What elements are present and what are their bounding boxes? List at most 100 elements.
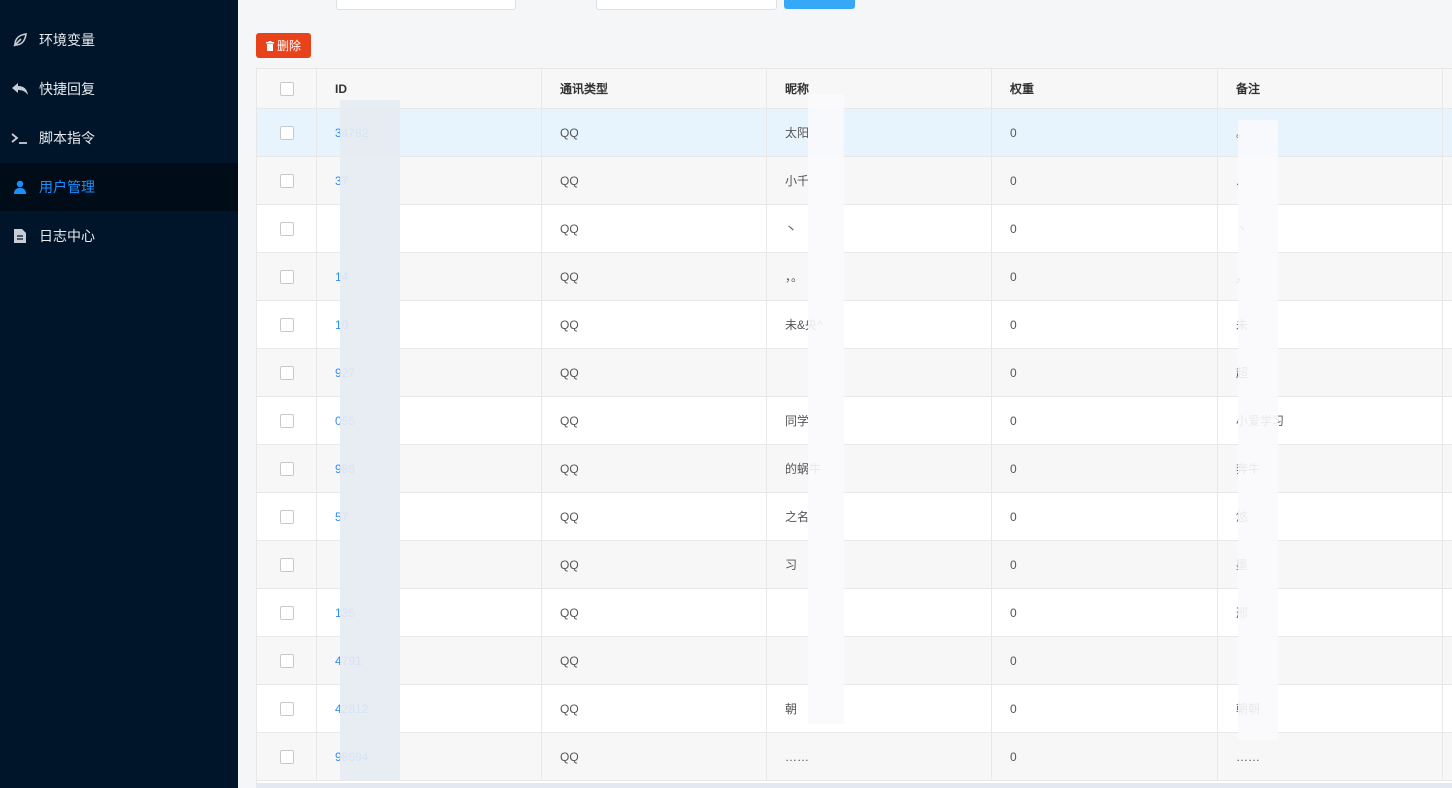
- sidebar-item-label: 快捷回复: [39, 81, 95, 97]
- row-checkbox[interactable]: [279, 653, 294, 668]
- user-id-link[interactable]: 42812: [335, 702, 368, 716]
- filter-input-1[interactable]: [336, 0, 516, 10]
- search-button[interactable]: [784, 0, 855, 9]
- user-id-link[interactable]: 37: [335, 174, 348, 188]
- row-checkbox[interactable]: [279, 557, 294, 572]
- cell-type: QQ: [542, 541, 767, 588]
- table-row[interactable]: 98694 QQ …… 0 ……: [257, 733, 1452, 781]
- cell-weight: 0: [992, 253, 1218, 300]
- sidebar-item-script-commands[interactable]: 脚本指令: [0, 114, 238, 162]
- table-row[interactable]: 135 QQ 0 邢: [257, 589, 1452, 637]
- user-id-link[interactable]: 986: [335, 462, 355, 476]
- cell-weight: 0: [992, 301, 1218, 348]
- column-header-nickname[interactable]: 昵称: [767, 69, 992, 108]
- cell-type: QQ: [542, 157, 767, 204]
- table-row[interactable]: 57 QQ 之名 0 悠: [257, 493, 1452, 541]
- user-id-link[interactable]: 98694: [335, 750, 368, 764]
- row-checkbox[interactable]: [279, 125, 294, 140]
- column-header-note[interactable]: 备注: [1218, 69, 1443, 108]
- row-checkbox[interactable]: [279, 317, 294, 332]
- cell-note: 小爱学习: [1218, 397, 1443, 444]
- terminal-icon: [10, 128, 30, 148]
- user-id-link[interactable]: 135: [335, 606, 355, 620]
- cell-type: QQ: [542, 253, 767, 300]
- row-checkbox[interactable]: [279, 269, 294, 284]
- table-row[interactable]: 37 QQ 小千 0 .: [257, 157, 1452, 205]
- cell-type: QQ: [542, 349, 767, 396]
- sidebar-item-env-vars[interactable]: 环境变量: [0, 16, 238, 64]
- row-checkbox[interactable]: [279, 461, 294, 476]
- table-row[interactable]: 10 QQ 未&央^ 0 未: [257, 301, 1452, 349]
- user-id-link[interactable]: 927: [335, 366, 355, 380]
- cell-nickname: 太阳: [767, 109, 992, 156]
- user-id-link[interactable]: 14: [335, 270, 348, 284]
- column-header-weight[interactable]: 权重: [992, 69, 1218, 108]
- trash-icon: [265, 40, 274, 51]
- cell-type: QQ: [542, 109, 767, 156]
- sidebar-item-quick-reply[interactable]: 快捷回复: [0, 65, 238, 113]
- cell-note: .: [1218, 157, 1443, 204]
- sidebar: 环境变量 快捷回复 脚本指令 用户管理 日志中心: [0, 0, 238, 788]
- filter-input-2[interactable]: [596, 0, 777, 10]
- cell-type: QQ: [542, 589, 767, 636]
- column-header-type[interactable]: 通讯类型: [542, 69, 767, 108]
- cell-nickname: ，。: [767, 253, 992, 300]
- user-id-link[interactable]: 4791: [335, 654, 362, 668]
- user-icon: [10, 177, 30, 197]
- cell-note: [1218, 637, 1443, 684]
- horizontal-scrollbar[interactable]: [256, 783, 1452, 788]
- cell-weight: 0: [992, 109, 1218, 156]
- table-row[interactable]: 14 QQ ，。 0 ，: [257, 253, 1452, 301]
- table-row[interactable]: 4791 QQ 0: [257, 637, 1452, 685]
- row-checkbox[interactable]: [279, 173, 294, 188]
- sidebar-item-label: 用户管理: [39, 179, 95, 195]
- cell-type: QQ: [542, 205, 767, 252]
- row-checkbox[interactable]: [279, 701, 294, 716]
- row-checkbox[interactable]: [279, 509, 294, 524]
- sidebar-item-log-center[interactable]: 日志中心: [0, 212, 238, 260]
- reply-icon: [10, 79, 30, 99]
- cell-type: QQ: [542, 493, 767, 540]
- table-row[interactable]: 986 QQ 的蜗牛 0 奔牛: [257, 445, 1452, 493]
- cell-note: 悠: [1218, 493, 1443, 540]
- cell-note: 。: [1218, 109, 1443, 156]
- cell-note: 朝朝: [1218, 685, 1443, 732]
- cell-weight: 0: [992, 685, 1218, 732]
- select-all-checkbox[interactable]: [279, 81, 294, 96]
- table-row[interactable]: 055 QQ 同学 0 小爱学习: [257, 397, 1452, 445]
- table-row[interactable]: QQ 丶 0 丶: [257, 205, 1452, 253]
- table-row[interactable]: QQ 习 0 墨: [257, 541, 1452, 589]
- cell-weight: 0: [992, 589, 1218, 636]
- user-id-link[interactable]: 055: [335, 414, 355, 428]
- row-checkbox[interactable]: [279, 749, 294, 764]
- delete-button-label: 删除: [276, 39, 301, 53]
- user-id-link[interactable]: 57: [335, 510, 348, 524]
- cell-weight: 0: [992, 349, 1218, 396]
- cell-weight: 0: [992, 637, 1218, 684]
- row-checkbox[interactable]: [279, 365, 294, 380]
- cell-nickname: 之名: [767, 493, 992, 540]
- cell-note: 超: [1218, 349, 1443, 396]
- user-id-link[interactable]: 34782: [335, 126, 368, 140]
- table-row[interactable]: 927 QQ 0 超: [257, 349, 1452, 397]
- row-checkbox[interactable]: [279, 221, 294, 236]
- cell-nickname: 同学: [767, 397, 992, 444]
- user-table: ID 通讯类型 昵称 权重 备注 34782 QQ 太阳 0 。 37 QQ 小…: [256, 68, 1452, 788]
- leaf-icon: [10, 30, 30, 50]
- row-checkbox[interactable]: [279, 413, 294, 428]
- cell-nickname: 丶: [767, 205, 992, 252]
- row-checkbox[interactable]: [279, 605, 294, 620]
- table-row[interactable]: 42812 QQ 朝 0 朝朝: [257, 685, 1452, 733]
- delete-button[interactable]: 删除: [256, 33, 311, 58]
- table-row[interactable]: 34782 QQ 太阳 0 。: [257, 109, 1452, 157]
- column-header-id[interactable]: ID: [317, 69, 542, 108]
- cell-nickname: [767, 637, 992, 684]
- cell-weight: 0: [992, 397, 1218, 444]
- user-id-link[interactable]: 10: [335, 318, 348, 332]
- cell-type: QQ: [542, 733, 767, 780]
- cell-weight: 0: [992, 541, 1218, 588]
- sidebar-item-user-management[interactable]: 用户管理: [0, 163, 238, 211]
- cell-type: QQ: [542, 397, 767, 444]
- cell-note: 奔牛: [1218, 445, 1443, 492]
- table-header: ID 通讯类型 昵称 权重 备注: [257, 69, 1452, 109]
